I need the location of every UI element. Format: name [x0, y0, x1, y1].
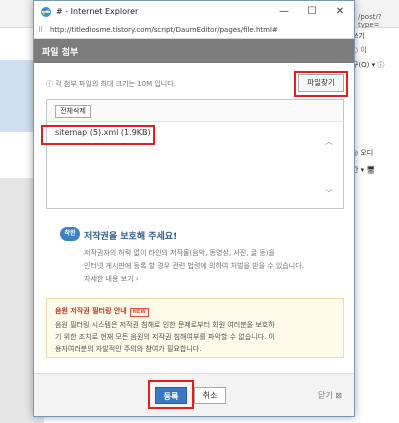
background-row: 간 ▾ 🖥: [352, 166, 376, 174]
title-bar: # - Internet Explorer — ☐ ✕: [34, 1, 354, 23]
dialog-footer: 등록 취소 닫기 ⊠: [34, 373, 354, 416]
chevron-up-icon[interactable]: ︿: [325, 136, 333, 147]
max-size-info: ⓘ 각 첨부 파일의 최대 크기는 10M 입니다.: [46, 80, 176, 88]
background-address-bar[interactable]: /post/?type=: [352, 10, 399, 29]
notice-title: 음원 저작권 필터링 안내 NEW: [55, 306, 149, 317]
dialog-title: 파일 첨부: [42, 48, 79, 58]
page-icon: ⠿: [38, 26, 44, 34]
window-title: # - Internet Explorer: [56, 7, 139, 16]
notice-text: 용자여러분의 자발적인 주의와 참여가 필요합니다.: [55, 345, 202, 353]
address-url[interactable]: http://titlediosme.tistory.com/script/Da…: [50, 26, 278, 34]
file-item-highlight: [41, 125, 155, 145]
notice-title-text: 음원 저작권 필터링 안내: [55, 307, 127, 315]
notice-text: 기 위한 조치로 현재 모든 음원의 저작권 침해여부를 파악할 수 없습니다.…: [55, 333, 275, 341]
notice-text: 음원 필터링 시스템은 저작권 침해로 인한 문제로부터 회원 여러분을 보호하: [55, 321, 275, 329]
close-dialog-link[interactable]: 닫기 ⊠: [318, 390, 342, 401]
copyright-title: 저작권을 보호해 주세요!: [84, 232, 178, 242]
background-row: ◎ 오디: [352, 149, 374, 157]
minimize-button[interactable]: —: [272, 4, 296, 20]
file-list-box: 전체삭제 sitemap (5).xml (1.9KB) ︿ ﹀: [46, 99, 344, 209]
copyright-badge-icon: 착한: [60, 227, 80, 241]
chevron-down-icon[interactable]: ﹀: [325, 188, 333, 199]
delete-all-button[interactable]: 전체삭제: [55, 105, 91, 118]
internet-explorer-icon: [41, 7, 51, 17]
register-highlight: [148, 380, 194, 409]
background-row: 구(O) ▾ ⓘ: [352, 61, 385, 69]
new-badge: NEW: [129, 308, 149, 317]
address-bar[interactable]: ⠿ http://titlediosme.tistory.com/script/…: [34, 23, 354, 39]
copyright-text: 인터넷 게시판에 등록 할 경우 관련 법령에 의하여 처벌을 받을 수 있습니…: [84, 262, 304, 270]
copyright-text: 저작권자의 허락 없이 타인의 저작물(음악, 동영상, 사진, 글 등)을: [84, 249, 275, 257]
maximize-button[interactable]: ☐: [300, 4, 324, 20]
file-list-toolbar: 전체삭제: [47, 100, 343, 122]
copyright-details-link[interactable]: 자세한 내용 보기 ›: [84, 274, 139, 284]
find-file-highlight: [294, 71, 348, 97]
copyright-header: 착한 저작권을 보호해 주세요!: [60, 227, 340, 243]
cancel-button[interactable]: 취소: [194, 387, 226, 404]
close-window-button[interactable]: ✕: [328, 4, 352, 20]
music-filter-notice: 음원 저작권 필터링 안내 NEW 음원 필터링 시스템은 저작권 침해로 인한 …: [46, 298, 344, 358]
popup-window: # - Internet Explorer — ☐ ✕ ⠿ http://tit…: [33, 0, 355, 417]
dialog-header: 파일 첨부: [34, 39, 354, 63]
